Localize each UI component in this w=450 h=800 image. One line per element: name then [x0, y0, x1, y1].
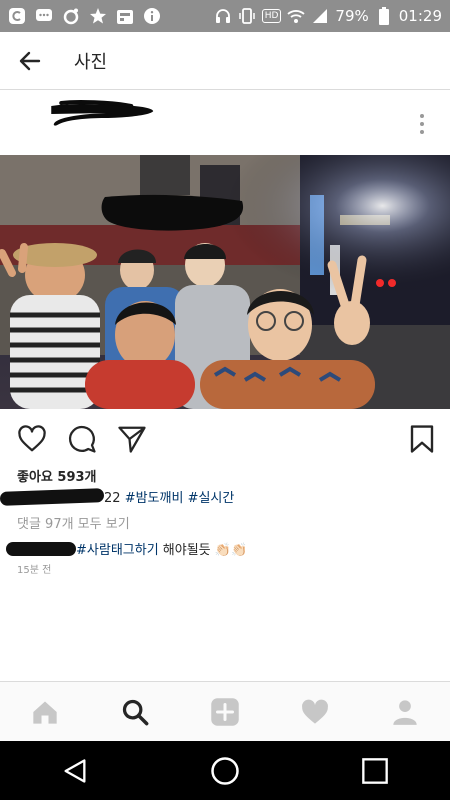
system-recents-button[interactable]: [345, 746, 405, 796]
chat-icon: [35, 7, 53, 25]
like-count[interactable]: 좋아요 593개: [17, 466, 97, 485]
redacted-username: [51, 100, 154, 126]
nav-add[interactable]: [195, 687, 255, 737]
nav-activity[interactable]: [285, 687, 345, 737]
send-icon: [118, 426, 146, 453]
post-caption: 22 #밤도깨비 #실시간: [0, 487, 235, 506]
system-back-button[interactable]: [45, 746, 105, 796]
hashtag-link[interactable]: #사람태그하기: [76, 543, 159, 558]
nav-profile[interactable]: [375, 687, 435, 737]
vibrate-icon: [238, 7, 256, 25]
bookmark-icon: [410, 425, 434, 453]
hashtag-link[interactable]: #밤도깨비: [125, 491, 184, 506]
system-navigation: [0, 741, 450, 800]
hashtag-link[interactable]: #실시간: [188, 491, 235, 506]
system-home-button[interactable]: [195, 746, 255, 796]
status-notifications: [8, 7, 161, 25]
add-icon: [211, 697, 239, 726]
like-button[interactable]: [15, 422, 49, 456]
post-header: [0, 91, 450, 155]
recents-square-icon: [362, 757, 388, 784]
home-icon: [33, 701, 57, 724]
app-icon: [8, 7, 26, 25]
more-options-button[interactable]: [410, 111, 434, 137]
post-timestamp: 15분 전: [17, 565, 52, 576]
wifi-icon: [287, 7, 306, 25]
clock: 01:29: [398, 7, 442, 25]
heart-outline-icon: [18, 425, 46, 452]
status-bar: HD 79% 01:29: [0, 0, 450, 32]
info-icon: [143, 7, 161, 25]
photo-illustration: [0, 155, 450, 409]
caption-text: 22: [104, 491, 125, 506]
nav-home[interactable]: [15, 687, 75, 737]
redacted-commenter: [6, 542, 76, 556]
more-dot: [420, 130, 424, 134]
view-all-comments-link[interactable]: 댓글 97개 모두 보기: [17, 513, 130, 532]
profile-icon: [393, 699, 417, 725]
status-system: HD 79% 01:29: [214, 7, 442, 25]
post-photo[interactable]: [0, 155, 450, 409]
comment-button[interactable]: [65, 422, 99, 456]
battery-icon: [375, 7, 393, 25]
back-triangle-icon: [64, 758, 86, 783]
app-bar: 사진: [0, 32, 450, 90]
comment-text: 해야될듯 👏🏻👏🏻: [158, 543, 248, 558]
comment-item: #사람태그하기 해야될듯 👏🏻👏🏻: [6, 539, 247, 558]
search-icon: [122, 699, 149, 725]
ring-icon: [62, 7, 80, 25]
battery-percent: 79%: [335, 7, 369, 25]
headset-icon: [214, 7, 232, 25]
post-actions: [0, 418, 450, 462]
bottom-navigation: [0, 681, 450, 741]
comment-bubble-icon: [68, 425, 96, 453]
back-button[interactable]: [0, 32, 60, 90]
signal-icon: [311, 7, 329, 25]
hd-badge: HD: [261, 9, 282, 23]
share-button[interactable]: [115, 422, 149, 456]
home-circle-icon: [211, 756, 239, 785]
heart-icon: [302, 699, 328, 724]
calendar-icon: [116, 7, 134, 25]
redacted-caption-text: [0, 488, 105, 506]
arrow-left-icon: [19, 51, 41, 70]
more-dot: [420, 114, 424, 118]
star-icon: [89, 7, 107, 25]
bookmark-button[interactable]: [405, 422, 439, 456]
page-title: 사진: [74, 51, 108, 73]
nav-search[interactable]: [105, 687, 165, 737]
more-dot: [420, 122, 424, 126]
